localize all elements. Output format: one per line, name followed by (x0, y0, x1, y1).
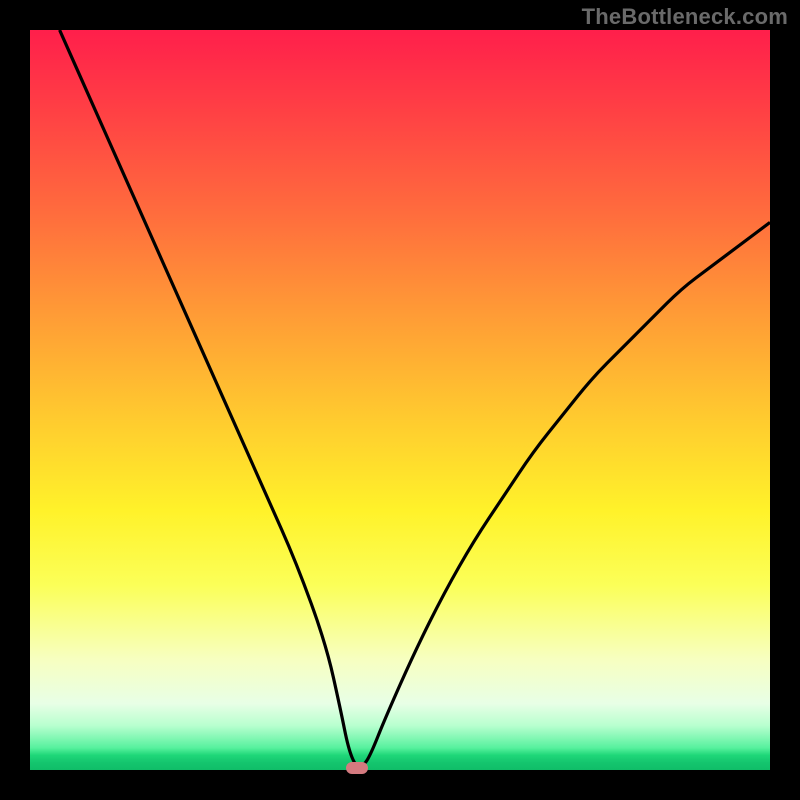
watermark-text: TheBottleneck.com (582, 4, 788, 30)
curve-path (60, 30, 770, 766)
chart-container: TheBottleneck.com (0, 0, 800, 800)
bottleneck-curve (30, 30, 770, 770)
cursor-marker (346, 762, 368, 774)
